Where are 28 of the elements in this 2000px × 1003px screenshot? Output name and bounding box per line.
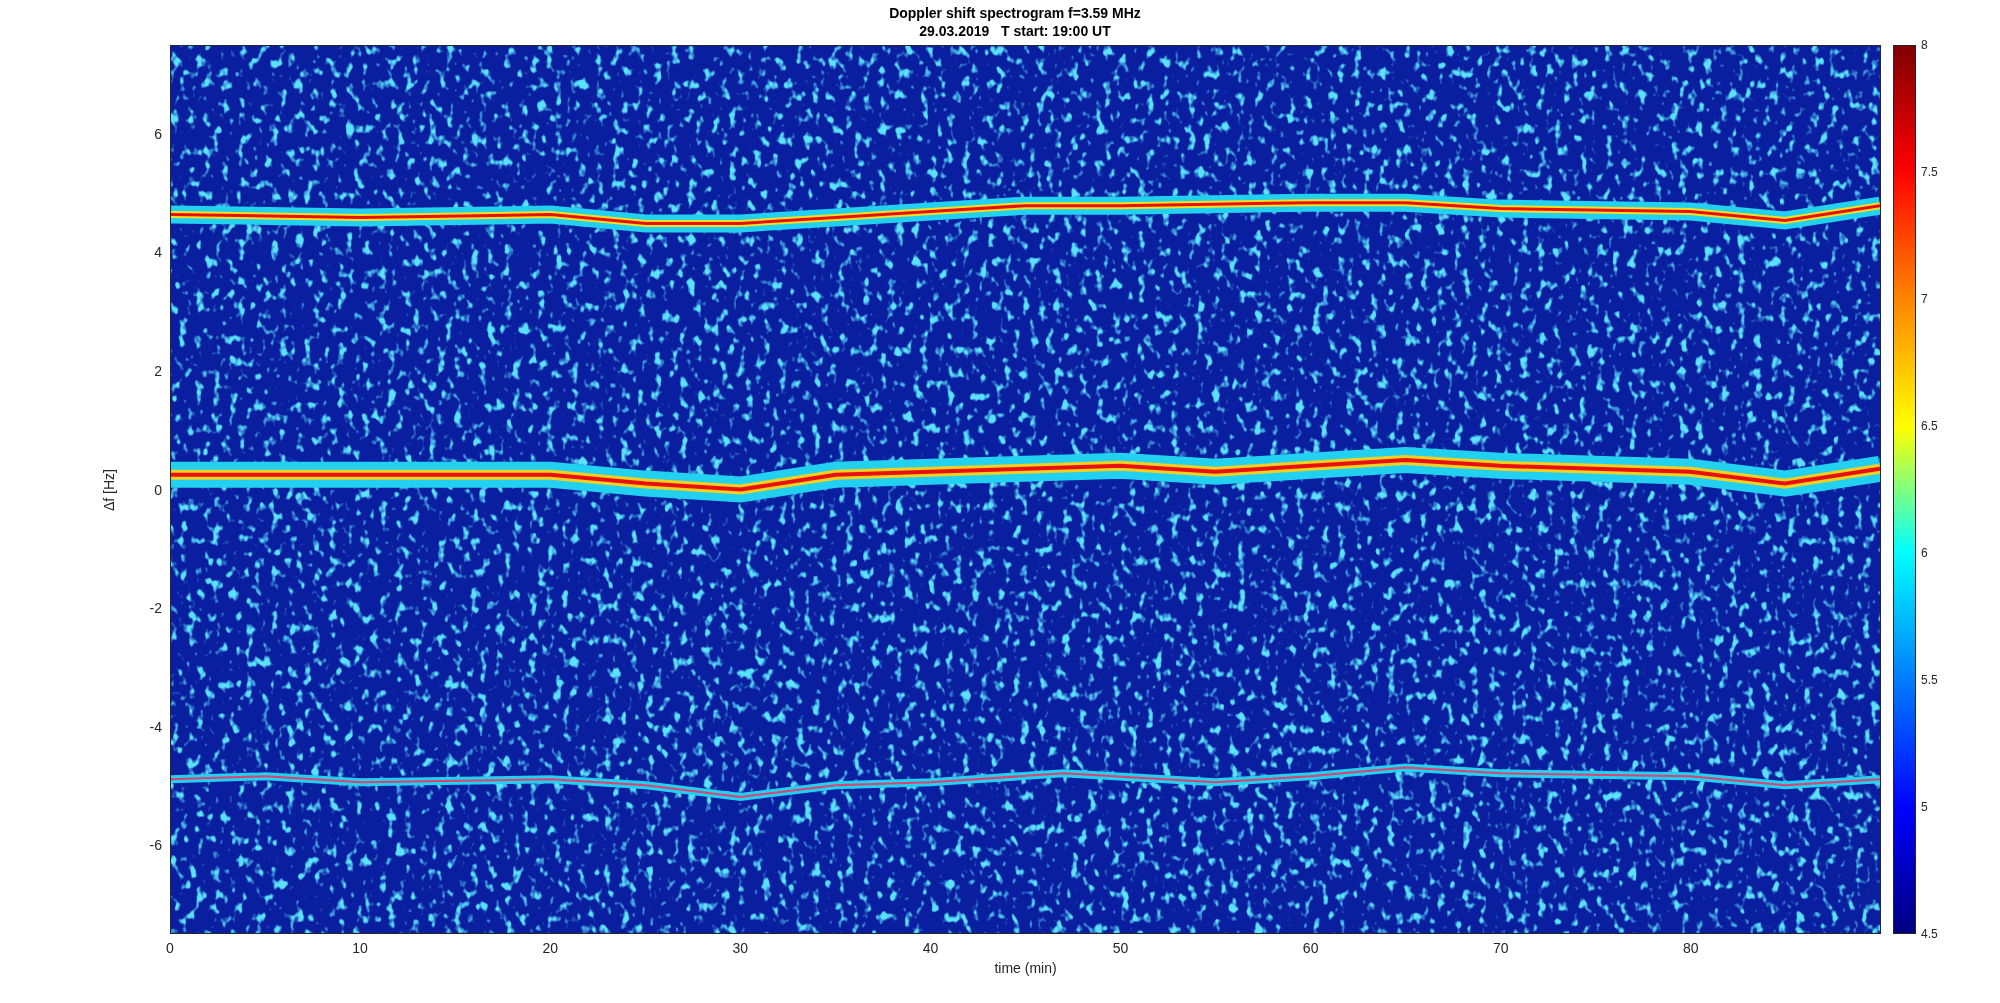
colorbar-tick-label: 4.5 [1921,927,1938,941]
y-axis-label: Δf [Hz] [101,468,117,511]
y-tick-label: 6 [154,125,162,142]
colorbar-tick-label: 6 [1921,546,1928,560]
y-tick-label: 0 [154,481,162,498]
x-tick-label: 10 [352,940,368,956]
y-tick-label: -6 [149,837,162,854]
x-axis-label: time (min) [993,960,1058,976]
chart-title: Doppler shift spectrogram f=3.59 MHz [889,4,1141,22]
colorbar-tick-label: 5 [1921,800,1928,814]
x-tick-label: 0 [166,940,174,956]
colorbar-tick-label: 7.5 [1921,165,1938,179]
y-tick-label: 2 [154,362,162,379]
x-tick-label: 20 [542,940,558,956]
x-tick-label: 40 [922,940,939,956]
colorbar-tick-label: 6.5 [1921,419,1938,433]
y-tick-label: -2 [149,600,162,617]
chart-title: 29.03.2019 T start: 19:00 UT [919,22,1111,40]
x-tick-label: 60 [1302,940,1319,956]
y-tick-label: -4 [149,718,162,735]
colorbar-tick-label: 8 [1921,38,1928,52]
x-tick-label: 30 [732,940,749,956]
x-tick-label: 70 [1493,940,1509,956]
colorbar-tick-label: 5.5 [1921,673,1938,687]
x-tick-label: 50 [1112,940,1129,956]
y-tick-label: 4 [154,244,162,261]
x-tick-label: 80 [1683,940,1699,956]
colorbar-tick-label: 7 [1921,292,1928,306]
